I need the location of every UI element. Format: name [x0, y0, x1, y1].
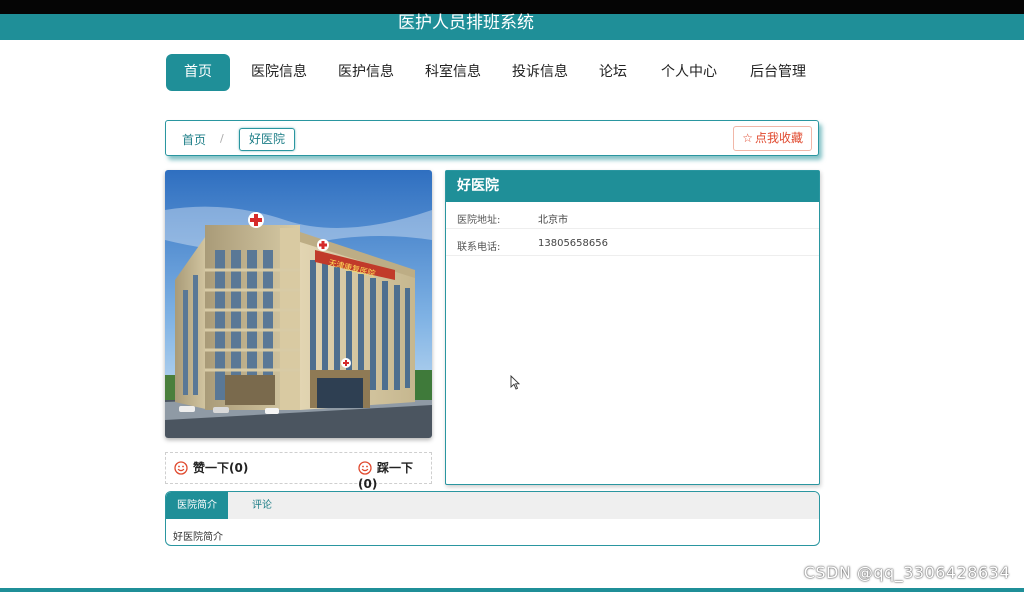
- vote-box: 赞一下(0) 踩一下(0): [165, 452, 432, 491]
- info-row-phone: 联系电话: 13805658656: [446, 229, 819, 256]
- info-value: 北京市: [538, 215, 568, 226]
- like-label: 赞一下(0): [193, 461, 249, 475]
- mouse-cursor-icon: [510, 375, 520, 390]
- like-button[interactable]: 赞一下(0): [174, 460, 248, 478]
- footer-bar: [0, 588, 1024, 592]
- tab-bar: 医院简介 评论: [166, 492, 819, 519]
- info-value: 13805658656: [538, 238, 608, 249]
- smile-icon: [174, 461, 188, 475]
- info-label: 医院地址:: [457, 215, 501, 226]
- site-title: 医护人员排班系统: [398, 13, 534, 33]
- breadcrumb: 首页 / 好医院 ☆ 点我收藏: [165, 120, 819, 156]
- breadcrumb-current: 好医院: [239, 128, 296, 151]
- nav-item-personal-center[interactable]: 个人中心: [654, 54, 724, 91]
- nav-item-hospital-info[interactable]: 医院信息: [244, 54, 314, 91]
- nav-item-department-info[interactable]: 科室信息: [418, 54, 488, 91]
- star-outline-icon: ☆: [742, 131, 753, 145]
- tab-comments[interactable]: 评论: [242, 492, 282, 519]
- favorite-button[interactable]: ☆ 点我收藏: [733, 126, 812, 151]
- nav-item-home[interactable]: 首页: [166, 54, 230, 91]
- tab-content: 好医院简介: [173, 532, 223, 543]
- dislike-button[interactable]: 踩一下(0): [358, 460, 431, 491]
- hospital-info-panel: 好医院 医院地址: 北京市 联系电话: 13805658656: [445, 170, 820, 485]
- smile-icon: [358, 461, 372, 475]
- info-panel-title: 好医院: [446, 171, 819, 202]
- nav-item-admin[interactable]: 后台管理: [743, 54, 813, 91]
- breadcrumb-separator: /: [220, 132, 224, 145]
- detail-tabs: 医院简介 评论 好医院简介: [165, 491, 820, 546]
- tab-hospital-intro[interactable]: 医院简介: [166, 492, 228, 519]
- nav-item-medical-staff-info[interactable]: 医护信息: [331, 54, 401, 91]
- watermark: CSDN @qq_3306428634: [803, 563, 1010, 582]
- nav-item-forum[interactable]: 论坛: [592, 54, 634, 91]
- info-label: 联系电话:: [457, 242, 501, 253]
- hospital-image: 天津康复医院: [165, 170, 432, 438]
- nav-item-complaint-info[interactable]: 投诉信息: [505, 54, 575, 91]
- breadcrumb-home-link[interactable]: 首页: [182, 131, 206, 148]
- favorite-button-label: 点我收藏: [754, 131, 803, 145]
- info-row-address: 医院地址: 北京市: [446, 202, 819, 229]
